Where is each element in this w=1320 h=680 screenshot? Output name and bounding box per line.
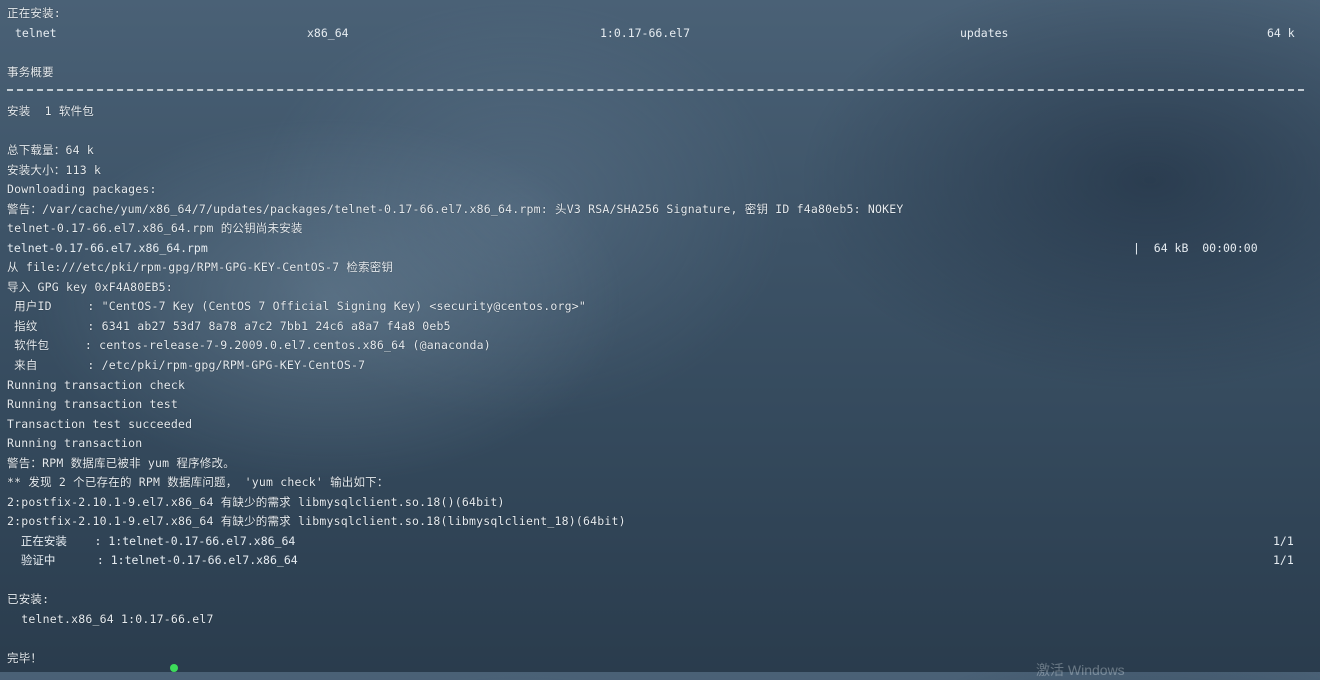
- retrieve-key-line: 从 file:///etc/pki/rpm-gpg/RPM-GPG-KEY-Ce…: [7, 260, 394, 274]
- complete-line: 完毕！: [7, 651, 43, 665]
- transaction-summary-heading: 事务概要: [7, 65, 54, 79]
- activation-watermark: 激活 Windows: [1036, 662, 1125, 678]
- warning-rpmdb-line: 警告：RPM 数据库已被非 yum 程序修改。: [7, 456, 235, 470]
- download-file: telnet-0.17-66.el7.x86_64.rpm: [7, 241, 208, 255]
- postfix-problem-2: 2:postfix-2.10.1-9.el7.x86_64 有缺少的需求 lib…: [7, 514, 626, 528]
- package-size: 64 k: [1267, 26, 1295, 40]
- found-problems-line: ** 发现 2 个已存在的 RPM 数据库问题， 'yum check' 输出如…: [7, 475, 389, 489]
- progress-installing-text: 正在安装 : 1:telnet-0.17-66.el7.x86_64: [7, 534, 296, 548]
- running-transaction-line: Running transaction: [7, 436, 143, 450]
- running-check-line: Running transaction check: [7, 378, 186, 392]
- separator-line: [7, 89, 1304, 91]
- pubkey-not-installed-line: telnet-0.17-66.el7.x86_64.rpm 的公钥尚未安装: [7, 221, 303, 235]
- key-fingerprint-line: 指纹 : 6341 ab27 53d7 8a78 a7c2 7bb1 24c6 …: [7, 319, 451, 333]
- installed-size: 安装大小：113 k: [7, 163, 102, 177]
- package-arch: x86_64: [307, 26, 349, 40]
- import-key-line: 导入 GPG key 0xF4A80EB5:: [7, 280, 173, 294]
- key-userid-line: 用户ID : "CentOS-7 Key (CentOS 7 Official …: [7, 299, 587, 313]
- progress-verifying-count: 1/1: [1273, 553, 1294, 567]
- install-count: 安装 1 软件包: [7, 104, 94, 118]
- key-package-line: 软件包 : centos-release-7-9.2009.0.el7.cent…: [7, 338, 491, 352]
- postfix-problem-1: 2:postfix-2.10.1-9.el7.x86_64 有缺少的需求 lib…: [7, 495, 505, 509]
- package-version: 1:0.17-66.el7: [600, 26, 691, 40]
- installing-header: 正在安装:: [7, 6, 61, 20]
- progress-verifying-text: 验证中 : 1:telnet-0.17-66.el7.x86_64: [7, 553, 298, 567]
- terminal-cursor: [170, 664, 178, 672]
- terminal-window[interactable]: 正在安装: telnet x86_64 1:0.17-66.el7 update…: [0, 0, 1320, 678]
- warning-nokey-line: 警告：/var/cache/yum/x86_64/7/updates/packa…: [7, 202, 904, 216]
- total-download: 总下载量：64 k: [7, 143, 94, 157]
- progress-installing-count: 1/1: [1273, 534, 1294, 548]
- downloading-line: Downloading packages:: [7, 182, 157, 196]
- installed-package: telnet.x86_64 1:0.17-66.el7: [7, 612, 214, 626]
- running-test-line: Running transaction test: [7, 397, 178, 411]
- package-repo: updates: [960, 26, 1009, 40]
- download-size-time: | 64 kB 00:00:00: [1133, 241, 1258, 255]
- package-name: telnet: [15, 26, 57, 40]
- installed-header: 已安装:: [7, 592, 50, 606]
- key-from-line: 来自 : /etc/pki/rpm-gpg/RPM-GPG-KEY-CentOS…: [7, 358, 366, 372]
- test-succeeded-line: Transaction test succeeded: [7, 417, 193, 431]
